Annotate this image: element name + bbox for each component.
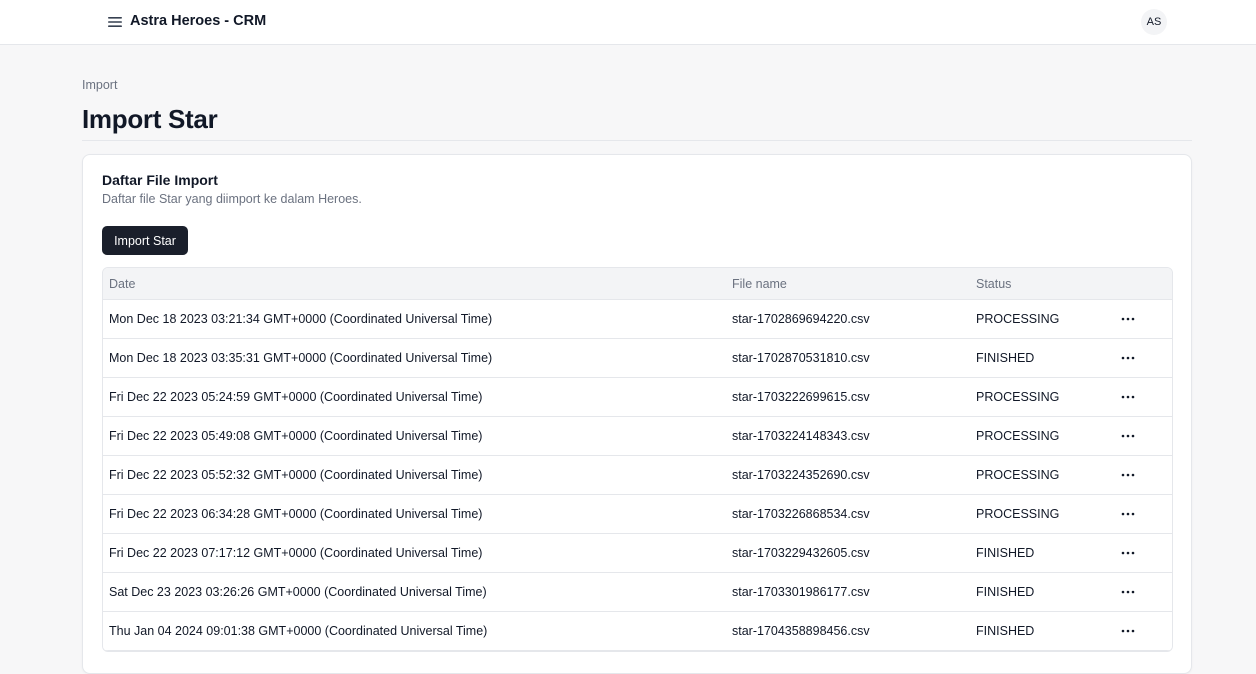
- row-file-name: star-1704358898456.csv: [732, 624, 870, 638]
- import-star-button[interactable]: Import Star: [102, 226, 188, 255]
- row-status: FINISHED: [976, 585, 1035, 599]
- import-files-table: Date File name Status Mon Dec 18 2023 03…: [102, 267, 1173, 652]
- table-row: Fri Dec 22 2023 07:17:12 GMT+0000 (Coord…: [103, 534, 1172, 573]
- top-navbar: Astra Heroes - CRM AS: [0, 0, 1256, 45]
- card-description: Daftar file Star yang diimport ke dalam …: [102, 192, 362, 206]
- row-file-name: star-1703222699615.csv: [732, 390, 870, 404]
- column-header-file-name: File name: [732, 277, 787, 291]
- title-divider: [82, 140, 1192, 141]
- more-horizontal-icon[interactable]: [1118, 622, 1138, 640]
- table-row: Fri Dec 22 2023 06:34:28 GMT+0000 (Coord…: [103, 495, 1172, 534]
- row-status: PROCESSING: [976, 468, 1060, 482]
- row-status: FINISHED: [976, 546, 1035, 560]
- row-file-name: star-1703229432605.csv: [732, 546, 870, 560]
- hamburger-menu-icon[interactable]: [106, 13, 124, 31]
- row-date: Thu Jan 04 2024 09:01:38 GMT+0000 (Coord…: [109, 624, 488, 638]
- row-file-name: star-1703224148343.csv: [732, 429, 870, 443]
- row-date: Fri Dec 22 2023 07:17:12 GMT+0000 (Coord…: [109, 546, 483, 560]
- row-date: Fri Dec 22 2023 05:52:32 GMT+0000 (Coord…: [109, 468, 483, 482]
- more-horizontal-icon[interactable]: [1118, 427, 1138, 445]
- row-date: Fri Dec 22 2023 05:24:59 GMT+0000 (Coord…: [109, 390, 483, 404]
- row-file-name: star-1703301986177.csv: [732, 585, 870, 599]
- more-horizontal-icon[interactable]: [1118, 583, 1138, 601]
- table-row: Fri Dec 22 2023 05:49:08 GMT+0000 (Coord…: [103, 417, 1172, 456]
- table-row: Fri Dec 22 2023 05:24:59 GMT+0000 (Coord…: [103, 378, 1172, 417]
- more-horizontal-icon[interactable]: [1118, 544, 1138, 562]
- row-date: Mon Dec 18 2023 03:21:34 GMT+0000 (Coord…: [109, 312, 493, 326]
- more-horizontal-icon[interactable]: [1118, 349, 1138, 367]
- row-status: FINISHED: [976, 351, 1035, 365]
- row-status: FINISHED: [976, 624, 1035, 638]
- column-header-date: Date: [109, 277, 136, 291]
- row-date: Fri Dec 22 2023 06:34:28 GMT+0000 (Coord…: [109, 507, 483, 521]
- table-row: Mon Dec 18 2023 03:21:34 GMT+0000 (Coord…: [103, 300, 1172, 339]
- row-status: PROCESSING: [976, 390, 1060, 404]
- more-horizontal-icon[interactable]: [1118, 388, 1138, 406]
- row-date: Sat Dec 23 2023 03:26:26 GMT+0000 (Coord…: [109, 585, 487, 599]
- row-status: PROCESSING: [976, 507, 1060, 521]
- card-title: Daftar File Import: [102, 172, 218, 188]
- row-file-name: star-1702870531810.csv: [732, 351, 870, 365]
- row-date: Fri Dec 22 2023 05:49:08 GMT+0000 (Coord…: [109, 429, 483, 443]
- more-horizontal-icon[interactable]: [1118, 466, 1138, 484]
- user-avatar[interactable]: AS: [1141, 9, 1167, 35]
- column-header-status: Status: [976, 277, 1012, 291]
- table-row: Sat Dec 23 2023 03:26:26 GMT+0000 (Coord…: [103, 573, 1172, 612]
- more-horizontal-icon[interactable]: [1118, 505, 1138, 523]
- table-row: Fri Dec 22 2023 05:52:32 GMT+0000 (Coord…: [103, 456, 1172, 495]
- row-file-name: star-1702869694220.csv: [732, 312, 870, 326]
- row-date: Mon Dec 18 2023 03:35:31 GMT+0000 (Coord…: [109, 351, 493, 365]
- app-title: Astra Heroes - CRM: [130, 13, 267, 29]
- table-row: Mon Dec 18 2023 03:35:31 GMT+0000 (Coord…: [103, 339, 1172, 378]
- row-status: PROCESSING: [976, 312, 1060, 326]
- page-title: Import Star: [82, 104, 218, 134]
- row-file-name: star-1703224352690.csv: [732, 468, 870, 482]
- table-header: Date File name Status: [103, 268, 1172, 300]
- row-status: PROCESSING: [976, 429, 1060, 443]
- table-row: Thu Jan 04 2024 09:01:38 GMT+0000 (Coord…: [103, 612, 1172, 651]
- breadcrumb[interactable]: Import: [82, 78, 117, 92]
- import-files-card: Daftar File Import Daftar file Star yang…: [82, 154, 1192, 674]
- row-file-name: star-1703226868534.csv: [732, 507, 870, 521]
- more-horizontal-icon[interactable]: [1118, 310, 1138, 328]
- table-body: Mon Dec 18 2023 03:21:34 GMT+0000 (Coord…: [103, 300, 1172, 651]
